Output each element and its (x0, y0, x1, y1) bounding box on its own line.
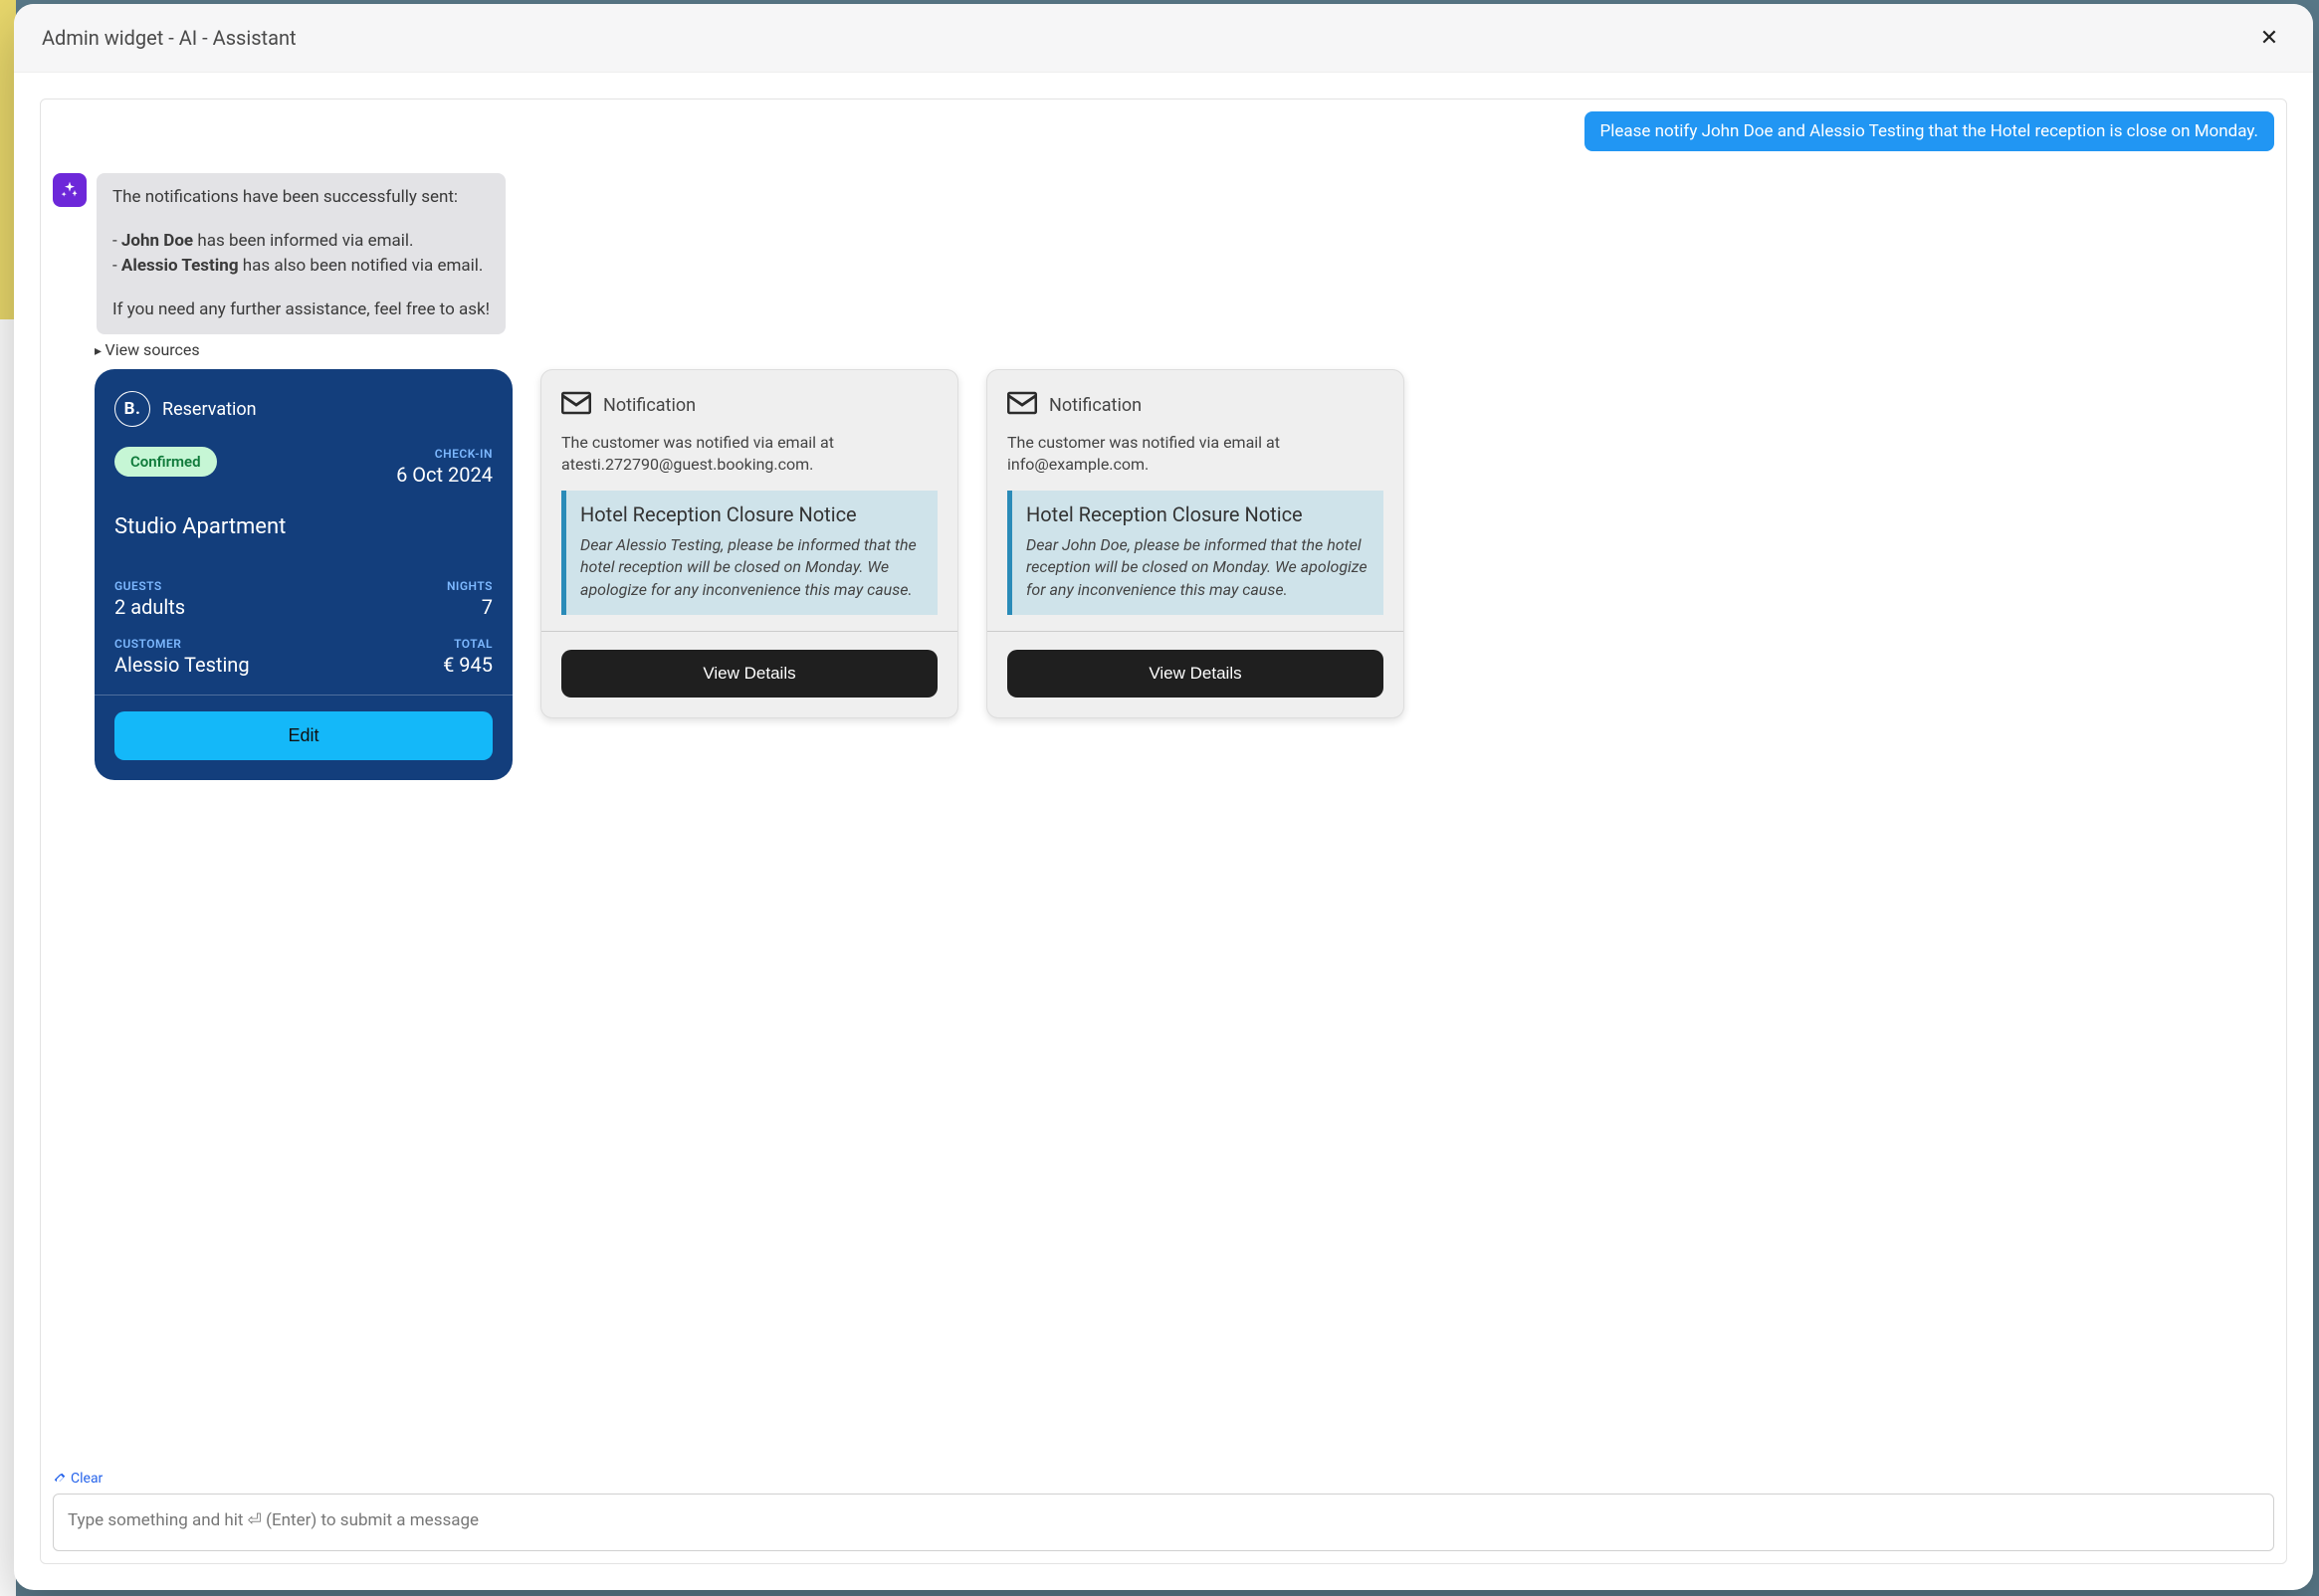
modal-body: Please notify John Doe and Alessio Testi… (14, 73, 2313, 1590)
assistant-outro: If you need any further assistance, feel… (112, 298, 490, 323)
view-details-button[interactable]: View Details (1007, 650, 1383, 698)
assistant-message-bubble: The notifications have been successfully… (97, 173, 506, 334)
booking-logo-icon: B. (114, 391, 150, 427)
reservation-card: B. Reservation Confirmed CHECK-IN 6 Oct … (95, 369, 513, 780)
mail-icon (1007, 390, 1037, 420)
clear-label: Clear (71, 1471, 103, 1487)
clear-row: Clear (53, 1459, 2274, 1490)
user-message-row: Please notify John Doe and Alessio Testi… (53, 111, 2274, 151)
ai-assistant-modal: Admin widget - AI - Assistant ✕ Please n… (14, 4, 2313, 1590)
total-label: TOTAL (304, 637, 493, 651)
notification-description: The customer was notified via email at i… (987, 432, 1403, 491)
notification-subject: Hotel Reception Closure Notice (1026, 502, 1370, 526)
notification-quote: Hotel Reception Closure Notice Dear John… (1007, 491, 1383, 615)
eraser-icon (53, 1472, 67, 1486)
status-badge: Confirmed (114, 447, 217, 477)
modal-title: Admin widget - AI - Assistant (42, 26, 297, 50)
message-input[interactable] (53, 1494, 2274, 1551)
assistant-intro: The notifications have been successfully… (112, 185, 490, 211)
notification-title: Notification (1049, 395, 1142, 416)
notification-subject: Hotel Reception Closure Notice (580, 502, 924, 526)
guests-label: GUESTS (114, 579, 304, 593)
modal-header: Admin widget - AI - Assistant ✕ (14, 4, 2313, 73)
close-icon: ✕ (2260, 25, 2278, 51)
customer-label: CUSTOMER (114, 637, 304, 651)
view-details-button[interactable]: View Details (561, 650, 938, 698)
notification-title: Notification (603, 395, 696, 416)
cards-row: B. Reservation Confirmed CHECK-IN 6 Oct … (95, 369, 2274, 780)
notification-card: Notification The customer was notified v… (986, 369, 1404, 718)
view-sources-toggle[interactable]: View sources (95, 340, 2274, 359)
customer-value: Alessio Testing (114, 653, 304, 677)
clear-button[interactable]: Clear (53, 1471, 103, 1487)
notification-description: The customer was notified via email at a… (541, 432, 957, 491)
notification-body: Dear Alessio Testing, please be informed… (580, 534, 924, 601)
user-message-bubble: Please notify John Doe and Alessio Testi… (1584, 111, 2274, 151)
assistant-line-2: - Alessio Testing has also been notified… (112, 254, 490, 280)
assistant-row: The notifications have been successfully… (53, 173, 2274, 334)
checkin-label: CHECK-IN (396, 447, 493, 461)
checkin-value: 6 Oct 2024 (396, 463, 493, 487)
total-value: € 945 (304, 653, 493, 677)
nights-value: 7 (304, 595, 493, 619)
notification-quote: Hotel Reception Closure Notice Dear Ales… (561, 491, 938, 615)
guests-value: 2 adults (114, 595, 304, 619)
reservation-title: Reservation (162, 399, 257, 420)
chat-pane: Please notify John Doe and Alessio Testi… (40, 99, 2287, 1564)
unit-name: Studio Apartment (114, 514, 493, 539)
assistant-line-1: - John Doe has been informed via email. (112, 229, 490, 255)
notification-card: Notification The customer was notified v… (540, 369, 958, 718)
nights-label: NIGHTS (304, 579, 493, 593)
notification-body: Dear John Doe, please be informed that t… (1026, 534, 1370, 601)
mail-icon (561, 390, 591, 420)
edit-reservation-button[interactable]: Edit (114, 711, 493, 760)
sparkles-icon (53, 173, 87, 207)
close-button[interactable]: ✕ (2253, 22, 2285, 54)
